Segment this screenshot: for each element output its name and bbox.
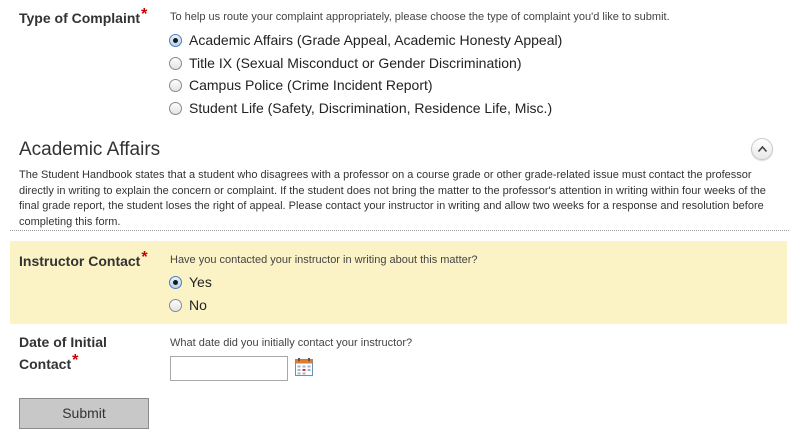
complaint-type-label-text: Type of Complaint bbox=[19, 10, 141, 26]
complaint-option-label: Campus Police (Crime Incident Report) bbox=[189, 77, 433, 93]
complaint-option-label: Academic Affairs (Grade Appeal, Academic… bbox=[189, 32, 563, 48]
instructor-contact-option-label: No bbox=[189, 297, 207, 313]
section-divider bbox=[10, 230, 789, 231]
complaint-type-help: To help us route your complaint appropri… bbox=[170, 11, 670, 23]
instructor-contact-label-text: Instructor Contact bbox=[19, 253, 141, 269]
submit-button[interactable]: Submit bbox=[19, 398, 149, 429]
instructor-contact-option-no[interactable]: No bbox=[169, 295, 207, 315]
complaint-option-student-life[interactable]: Student Life (Safety, Discrimination, Re… bbox=[169, 98, 552, 118]
initial-contact-help: What date did you initially contact your… bbox=[170, 337, 413, 349]
instructor-contact-option-label: Yes bbox=[189, 274, 212, 290]
complaint-option-title-ix[interactable]: Title IX (Sexual Misconduct or Gender Di… bbox=[169, 53, 522, 73]
complaint-type-label: Type of Complaint* bbox=[19, 6, 148, 30]
instructor-contact-label: Instructor Contact* bbox=[19, 249, 148, 273]
calendar-icon[interactable] bbox=[295, 358, 313, 376]
complaint-option-academic-affairs[interactable]: Academic Affairs (Grade Appeal, Academic… bbox=[169, 30, 562, 50]
initial-contact-label: Date of Initial bbox=[19, 331, 107, 353]
chevron-up-icon bbox=[757, 145, 768, 153]
complaint-option-label: Title IX (Sexual Misconduct or Gender Di… bbox=[189, 55, 522, 71]
instructor-contact-option-yes[interactable]: Yes bbox=[169, 272, 212, 292]
radio-button[interactable] bbox=[169, 101, 182, 115]
radio-button-selected[interactable] bbox=[169, 33, 182, 47]
section-title: Academic Affairs bbox=[19, 139, 161, 160]
required-asterisk: * bbox=[141, 249, 148, 266]
initial-contact-date-input[interactable] bbox=[170, 356, 288, 381]
initial-contact-label-line1: Date of Initial bbox=[19, 334, 107, 350]
initial-contact-label-2: Contact* bbox=[19, 352, 79, 376]
required-asterisk: * bbox=[72, 352, 79, 369]
radio-button[interactable] bbox=[169, 56, 182, 70]
complaint-option-label: Student Life (Safety, Discrimination, Re… bbox=[189, 100, 553, 116]
radio-button[interactable] bbox=[169, 78, 182, 92]
required-asterisk: * bbox=[141, 6, 148, 23]
radio-button-selected[interactable] bbox=[169, 275, 182, 289]
radio-button[interactable] bbox=[169, 298, 182, 312]
complaint-option-campus-police[interactable]: Campus Police (Crime Incident Report) bbox=[169, 75, 433, 95]
instructor-contact-help: Have you contacted your instructor in wr… bbox=[170, 254, 478, 266]
initial-contact-label-line2: Contact bbox=[19, 356, 72, 372]
section-description: The Student Handbook states that a stude… bbox=[19, 169, 766, 228]
collapse-section-button[interactable] bbox=[751, 138, 773, 160]
